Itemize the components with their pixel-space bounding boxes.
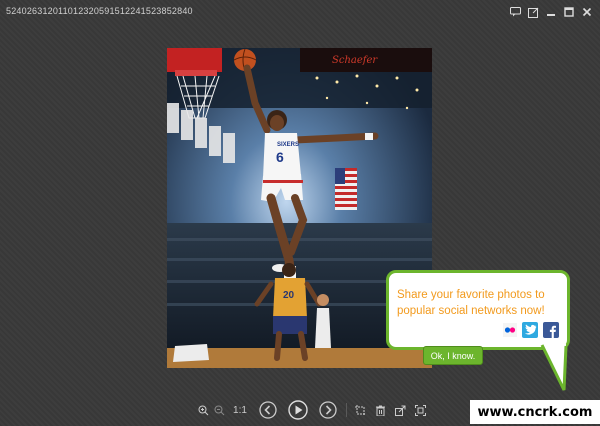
window-controls bbox=[508, 4, 594, 20]
pin-icon[interactable] bbox=[526, 5, 540, 19]
share-tooltip-message: Share your favorite photos to popular so… bbox=[397, 289, 545, 317]
site-watermark: www.cncrk.com bbox=[470, 400, 600, 424]
ok-i-know-button[interactable]: Ok, I know. bbox=[423, 346, 483, 365]
facebook-icon[interactable] bbox=[543, 322, 559, 343]
share-tooltip: Share your favorite photos to popular so… bbox=[386, 270, 570, 365]
zoom-actual-size-button[interactable]: 1:1 bbox=[227, 399, 253, 421]
jersey-team: SIXERS bbox=[277, 142, 299, 148]
zoom-in-icon[interactable] bbox=[195, 399, 211, 421]
tooltip-tail bbox=[540, 344, 568, 391]
play-icon[interactable] bbox=[283, 399, 313, 421]
viewer-toolbar: 1:1 bbox=[195, 398, 430, 422]
toolbar-divider bbox=[346, 403, 347, 417]
window-title: 524026312011012320591512241523852840 bbox=[6, 6, 193, 16]
zoom-out-icon[interactable] bbox=[211, 399, 227, 421]
crop-icon[interactable] bbox=[350, 399, 370, 421]
share-icon[interactable] bbox=[390, 399, 410, 421]
flickr-icon[interactable] bbox=[503, 323, 517, 342]
maximize-icon[interactable] bbox=[562, 5, 576, 19]
close-icon[interactable] bbox=[580, 5, 594, 19]
prev-icon[interactable] bbox=[253, 399, 283, 421]
next-icon[interactable] bbox=[313, 399, 343, 421]
minimize-icon[interactable] bbox=[544, 5, 558, 19]
chat-icon[interactable] bbox=[508, 5, 522, 19]
fullscreen-icon[interactable] bbox=[410, 399, 430, 421]
share-networks bbox=[503, 322, 559, 343]
title-bar: 524026312011012320591512241523852840 bbox=[0, 0, 600, 24]
delete-icon[interactable] bbox=[370, 399, 390, 421]
twitter-icon[interactable] bbox=[522, 322, 538, 343]
arena-sign: Schaefer bbox=[332, 55, 378, 66]
jersey-number: 6 bbox=[276, 149, 284, 165]
opponent-number: 20 bbox=[283, 290, 295, 301]
